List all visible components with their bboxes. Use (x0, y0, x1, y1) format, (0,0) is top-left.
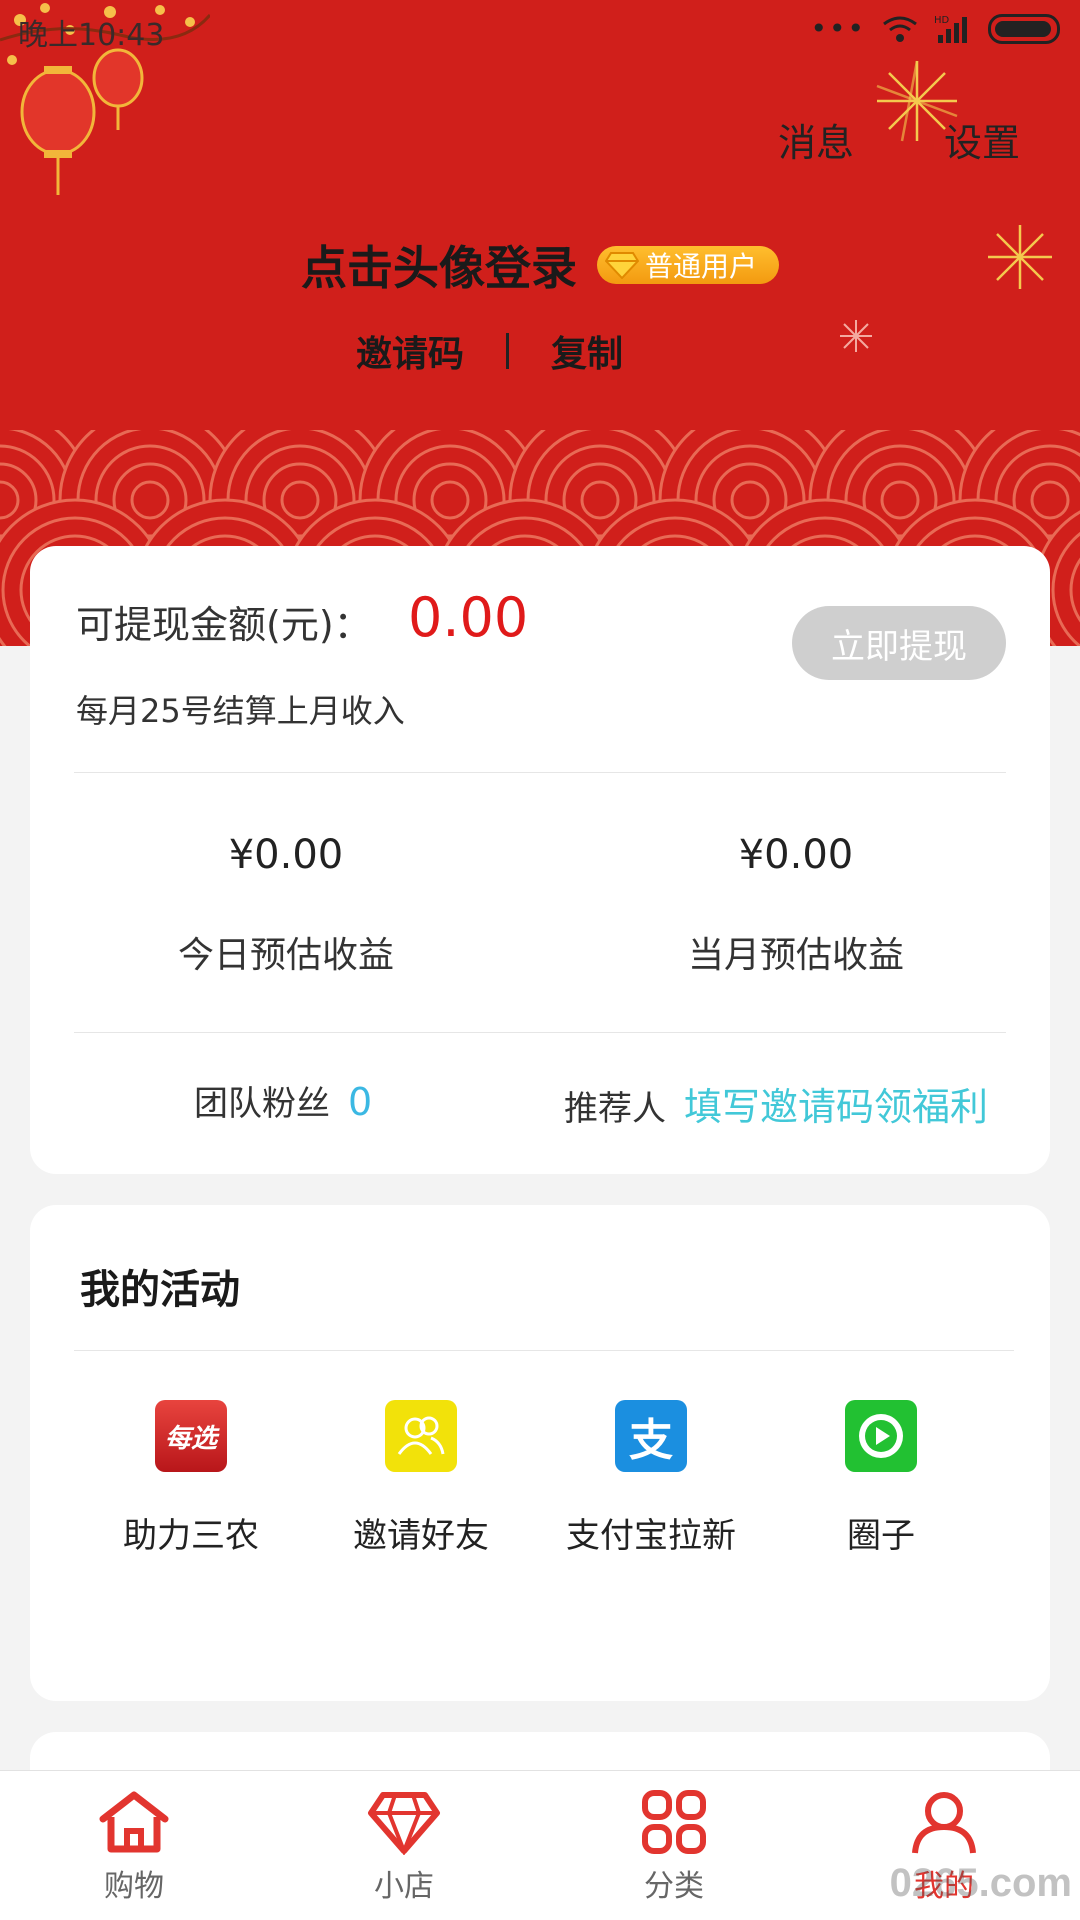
messages-link[interactable]: 消息 (778, 112, 854, 167)
grid-icon (642, 1790, 706, 1854)
activity-item-help-farmers[interactable]: 每选 助力三农 (76, 1400, 306, 1557)
invite-code-label: 邀请码 (356, 334, 465, 375)
signal-icon: HD (934, 15, 967, 43)
activity-label: 圈子 (847, 1516, 915, 1556)
month-estimate-label: 当月预估收益 (687, 935, 904, 976)
nav-label: 分类 (644, 1869, 704, 1904)
alipay-icon: 支 (615, 1400, 687, 1472)
divider (74, 772, 1006, 773)
activity-item-invite-friends[interactable]: 邀请好友 (306, 1400, 536, 1557)
firework-decoration (840, 320, 872, 352)
status-time: 晚上10:43 (18, 18, 165, 53)
activity-title: 我的活动 (80, 1267, 240, 1313)
today-estimate: ¥0.00 今日预估收益 (106, 832, 466, 978)
divider (506, 333, 510, 369)
withdrawable-label: 可提现金额(元)： (76, 603, 372, 647)
wifi-icon (883, 16, 917, 42)
activity-label: 助力三农 (123, 1516, 259, 1556)
income-card: 可提现金额(元)： 0.00 立即提现 每月25号结算上月收入 ¥0.00 今日… (30, 546, 1050, 1174)
more-dots-icon: ••• (810, 12, 866, 45)
settings-link[interactable]: 设置 (944, 112, 1020, 167)
activity-item-alipay[interactable]: 支 支付宝拉新 (536, 1400, 766, 1557)
user-level-badge: 普通用户 (596, 246, 779, 284)
friends-icon (385, 1400, 457, 1472)
nav-category[interactable]: 分类 (594, 1789, 754, 1905)
settlement-note: 每月25号结算上月收入 (76, 692, 405, 730)
login-prompt[interactable]: 点击头像登录 (301, 232, 577, 298)
month-estimate: ¥0.00 当月预估收益 (616, 832, 976, 978)
today-estimate-value: ¥0.00 (228, 832, 344, 878)
nav-shop[interactable]: 小店 (324, 1789, 484, 1905)
user-level-label: 普通用户 (644, 250, 757, 283)
activity-label: 邀请好友 (353, 1516, 489, 1556)
withdraw-button[interactable]: 立即提现 (792, 606, 1006, 680)
copy-button[interactable]: 复制 (551, 325, 623, 377)
meixuan-icon: 每选 (155, 1400, 227, 1472)
nav-label: 购物 (104, 1869, 164, 1904)
diamond-icon (368, 1792, 440, 1855)
fill-invite-code-link[interactable]: 填写邀请码领福利 (684, 1076, 988, 1131)
bottom-nav: 购物 小店 分类 我的 0265.com (0, 1770, 1080, 1920)
status-bar: 晚上10:43 ••• HD (0, 0, 1080, 62)
team-fans: 团队粉丝 0 (194, 1076, 372, 1125)
user-icon (912, 1792, 976, 1854)
withdrawable-amount: 0.00 (408, 586, 529, 649)
referrer-label: 推荐人 (564, 1089, 666, 1129)
referrer: 推荐人 填写邀请码领福利 (564, 1076, 988, 1131)
activity-item-circle[interactable]: 圈子 (766, 1400, 996, 1557)
divider (74, 1350, 1014, 1351)
nav-label: 小店 (374, 1869, 434, 1904)
circle-play-icon (845, 1400, 917, 1472)
team-fans-count[interactable]: 0 (348, 1080, 372, 1124)
watermark: 0265.com (889, 1861, 1072, 1905)
month-estimate-value: ¥0.00 (738, 832, 854, 878)
battery-icon (988, 13, 1060, 44)
home-icon (99, 1791, 169, 1853)
activity-label: 支付宝拉新 (566, 1516, 736, 1556)
nav-shopping[interactable]: 购物 (54, 1789, 214, 1905)
divider (74, 1032, 1006, 1033)
team-fans-label: 团队粉丝 (194, 1084, 330, 1124)
activity-card: 我的活动 每选 助力三农 邀请好友 支 支付宝拉新 圈子 (30, 1205, 1050, 1701)
today-estimate-label: 今日预估收益 (177, 935, 394, 976)
diamond-badge-icon (604, 252, 639, 279)
svg-text:HD: HD (934, 15, 950, 26)
